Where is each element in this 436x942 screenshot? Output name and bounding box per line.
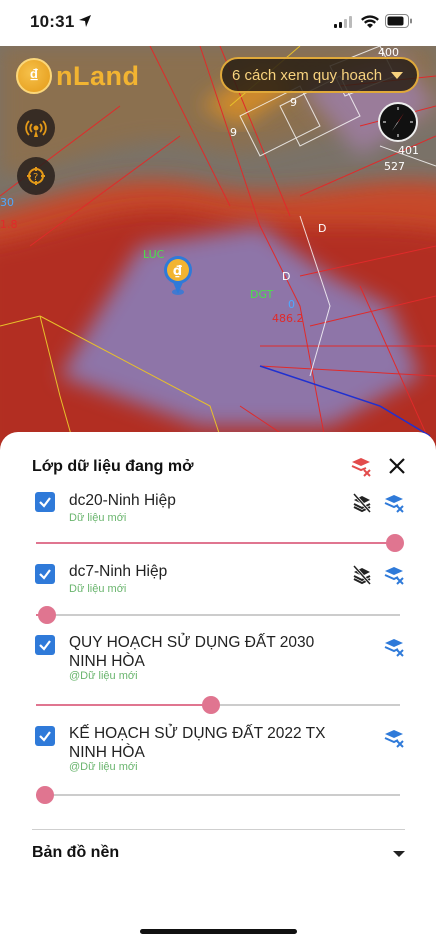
- svg-text:1.8: 1.8: [0, 218, 18, 231]
- layer-subtitle: Dữ liệu mới: [69, 583, 127, 595]
- layer-name-line2: NINH HÒA: [69, 653, 145, 670]
- opacity-slider[interactable]: [36, 606, 400, 624]
- layer-name-line2: NINH HÒA: [69, 744, 145, 761]
- opacity-slider[interactable]: [36, 696, 400, 714]
- wifi-icon: [361, 15, 379, 28]
- layer-name-line1: KẾ HOẠCH SỬ DỤNG ĐẤT 2022 TX: [69, 725, 326, 742]
- map-canvas[interactable]: 400 9 9 401 527 D D LUC DGT 0 486.2 30 1…: [0, 46, 436, 466]
- map-view[interactable]: 400 9 9 401 527 D D LUC DGT 0 486.2 30 1…: [0, 46, 436, 466]
- layer-name-line1: QUY HOẠCH SỬ DỤNG ĐẤT 2030: [69, 634, 315, 651]
- view-mode-dropdown[interactable]: 6 cách xem quy hoạch: [220, 57, 419, 93]
- opacity-slider-thumb[interactable]: [386, 534, 404, 552]
- status-bar: 10:31: [0, 0, 436, 46]
- opacity-slider-fill: [36, 542, 400, 544]
- compass-icon: [383, 107, 413, 137]
- svg-text:486.2: 486.2: [272, 312, 304, 325]
- locate-icon: ?: [27, 167, 45, 185]
- view-mode-label: 6 cách xem quy hoạch: [232, 66, 383, 84]
- svg-text:30: 30: [0, 196, 14, 209]
- nland-logo: ₫ nLand: [16, 58, 140, 94]
- nland-logo-badge: ₫: [16, 58, 52, 94]
- svg-text:₫: ₫: [173, 264, 182, 279]
- remove-all-layers-icon[interactable]: [350, 455, 372, 477]
- svg-text:0: 0: [288, 298, 295, 311]
- remove-layer-icon[interactable]: [383, 564, 405, 586]
- checkmark-icon: [39, 569, 51, 580]
- remove-layer-icon[interactable]: [383, 727, 405, 749]
- svg-text:401: 401: [398, 144, 419, 157]
- svg-text:D: D: [282, 270, 290, 283]
- svg-text:527: 527: [384, 160, 405, 173]
- svg-text:9: 9: [230, 126, 237, 139]
- battery-icon: [385, 14, 412, 28]
- layer-subtitle: Dữ liệu mới: [69, 512, 127, 524]
- map-pin-icon[interactable]: ₫: [162, 254, 194, 296]
- layer-subtitle: @Dữ liệu mới: [69, 670, 138, 682]
- nland-logo-text: nLand: [56, 60, 140, 91]
- layer-checkbox[interactable]: [35, 492, 55, 512]
- checkmark-icon: [39, 497, 51, 508]
- svg-text:D: D: [318, 222, 326, 235]
- layer-checkbox[interactable]: [35, 726, 55, 746]
- location-arrow-icon: [79, 15, 91, 27]
- opacity-slider-thumb[interactable]: [36, 786, 54, 804]
- checkmark-icon: [39, 640, 51, 651]
- close-icon[interactable]: [387, 456, 407, 476]
- opacity-slider[interactable]: [36, 786, 400, 804]
- layer-name: dc20-Ninh Hiệp: [69, 492, 176, 509]
- remove-layer-icon[interactable]: [383, 636, 405, 658]
- layers-sheet: Lớp dữ liệu đang mở dc20-Ninh Hiệp Dữ li…: [0, 432, 436, 942]
- svg-text:?: ?: [33, 172, 38, 183]
- cell-signal-icon: [334, 16, 352, 28]
- layer-subtitle: @Dữ liệu mới: [69, 761, 138, 773]
- broadcast-icon: [25, 120, 47, 137]
- svg-text:9: 9: [290, 96, 297, 109]
- broadcast-button[interactable]: [17, 109, 55, 147]
- layer-name: dc7-Ninh Hiệp: [69, 563, 168, 580]
- sheet-title: Lớp dữ liệu đang mở: [32, 458, 194, 475]
- remove-layer-icon[interactable]: [383, 492, 405, 514]
- layer-checkbox[interactable]: [35, 564, 55, 584]
- opacity-slider-thumb[interactable]: [38, 606, 56, 624]
- hide-layer-icon[interactable]: [351, 564, 373, 586]
- layer-checkbox[interactable]: [35, 635, 55, 655]
- status-time: 10:31: [30, 12, 75, 31]
- hide-layer-icon[interactable]: [351, 492, 373, 514]
- chevron-down-icon: [391, 72, 403, 79]
- opacity-slider-fill: [36, 704, 211, 706]
- svg-text:DGT: DGT: [250, 288, 274, 301]
- chevron-down-icon[interactable]: [393, 851, 405, 857]
- checkmark-icon: [39, 731, 51, 742]
- opacity-slider[interactable]: [36, 534, 404, 552]
- locate-button[interactable]: ?: [17, 157, 55, 195]
- home-indicator[interactable]: [140, 929, 297, 934]
- compass-button[interactable]: [378, 102, 418, 142]
- basemap-label[interactable]: Bản đồ nền: [32, 844, 119, 862]
- opacity-slider-thumb[interactable]: [202, 696, 220, 714]
- divider: [32, 829, 405, 830]
